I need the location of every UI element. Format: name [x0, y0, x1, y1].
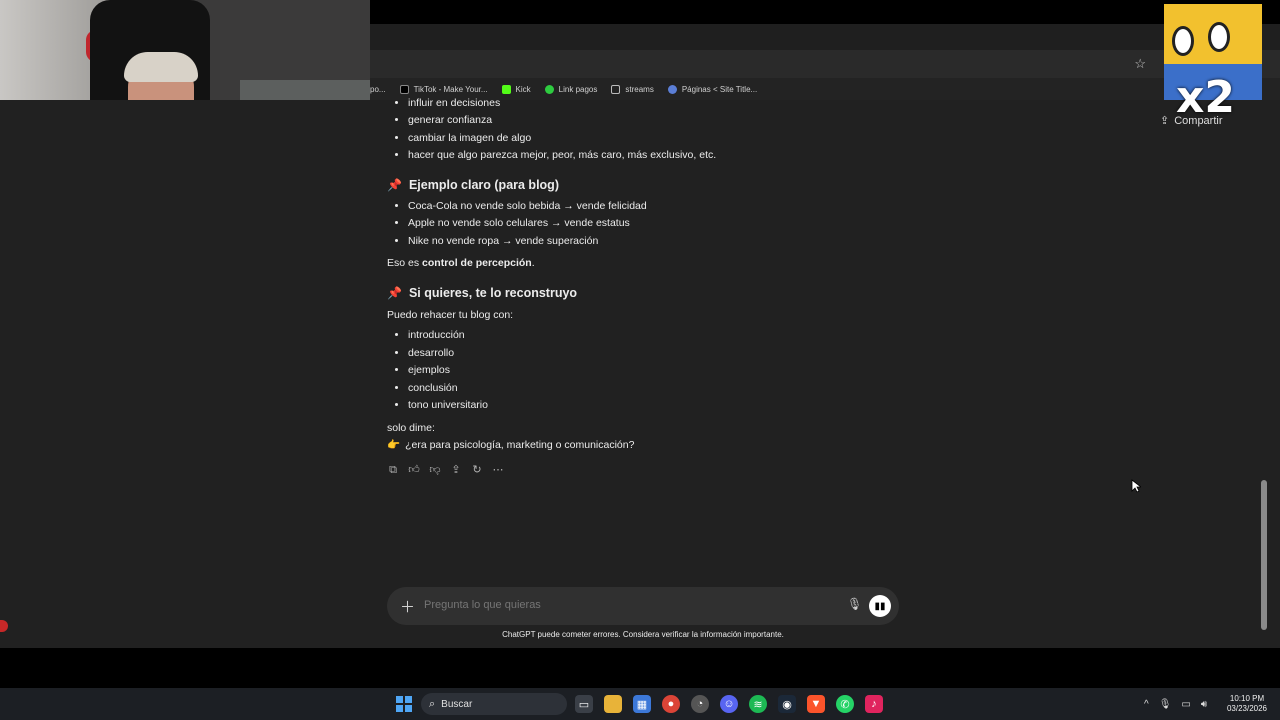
prompt-input[interactable]	[422, 598, 802, 612]
ask-line: solo dime:	[387, 421, 435, 434]
top-black-strip	[370, 0, 1280, 24]
list-item: introducción	[408, 327, 1087, 344]
list-item: influir en decisiones	[408, 95, 1087, 112]
thumbs-up-icon[interactable]: 👍︎	[408, 462, 420, 479]
bookmark-star-icon[interactable]: ☆	[1134, 56, 1146, 72]
discord-icon[interactable]: ☺	[720, 695, 738, 713]
bottom-black-strip	[0, 648, 1280, 688]
taskbar: ⌕ Buscar ▭ ▦ ● ◔ ☺ ≋ ◉ ▼ ✆ ♪ ^ 🎙︎ ▭ 🔊︎ 10…	[0, 688, 1280, 720]
brave-icon[interactable]: ▼	[807, 695, 825, 713]
list-item: tono universitario	[408, 397, 1087, 414]
copy-icon[interactable]: ⧉	[387, 462, 399, 479]
windows-start-icon[interactable]	[396, 696, 412, 712]
microphone-icon[interactable]: 🎙︎	[847, 597, 862, 611]
chevron-up-icon[interactable]: ^	[1144, 699, 1149, 710]
screen: { "browser": { "bookmarks": [ {"label": …	[0, 0, 1280, 720]
clock[interactable]: 10:10 PM 03/23/2026	[1222, 694, 1272, 714]
network-icon[interactable]: ▭	[1181, 699, 1190, 710]
share-icon[interactable]: ⇪	[450, 462, 462, 479]
message-actions: ⧉ 👍︎ 👎︎ ⇪ ↻ ⋯	[387, 462, 1087, 479]
taskbar-search[interactable]: ⌕ Buscar	[421, 693, 567, 715]
microphone-tray-icon[interactable]: 🎙︎	[1159, 699, 1172, 710]
play-icon	[544, 84, 554, 94]
pushpin-icon: 📌	[387, 285, 402, 300]
thumbs-down-icon[interactable]: 👎︎	[429, 462, 441, 479]
task-view-icon[interactable]: ▭	[575, 695, 593, 713]
offer-intro: Puedo rehacer tu blog con:	[387, 309, 514, 322]
share-icon: ⇪	[1160, 115, 1170, 127]
list-item: desarrollo	[408, 345, 1087, 362]
tiktok-icon	[399, 84, 409, 94]
store-icon[interactable]: ▦	[633, 695, 651, 713]
pushpin-icon: 📌	[387, 177, 402, 192]
pointing-hand-icon: 👉	[387, 438, 401, 451]
section-heading-example: 📌 Ejemplo claro (para blog)	[387, 177, 1087, 194]
composer: ＋ 🎙︎ ▮▮	[387, 587, 899, 625]
list-offer: introducción desarrollo ejemplos conclus…	[387, 327, 1087, 414]
more-icon[interactable]: ⋯	[492, 462, 504, 479]
regenerate-icon[interactable]: ↻	[471, 462, 483, 479]
ask-question: 👉 ¿era para psicología, marketing o comun…	[387, 438, 635, 451]
search-icon: ⌕	[429, 697, 436, 710]
volume-icon[interactable]: 🔊︎	[1201, 699, 1207, 710]
assistant-message: influir en decisiones generar confianza …	[387, 97, 1087, 480]
plus-icon[interactable]: ＋	[400, 596, 415, 617]
list-item: Coca-Cola no vende solo bebida → vende f…	[408, 198, 1087, 215]
chat-page: ⇪Compartir influir en decisiones generar…	[0, 97, 1280, 648]
bookmark-link-pagos[interactable]: Link pagos	[544, 84, 597, 94]
spotify-icon[interactable]: ≋	[749, 695, 767, 713]
list-effects: influir en decisiones generar confianza …	[387, 95, 1087, 165]
mouse-cursor-icon	[1131, 479, 1141, 493]
list-item: conclusión	[408, 380, 1087, 397]
tiktok-app-icon[interactable]: ♪	[865, 695, 883, 713]
voice-mode-button[interactable]: ▮▮	[869, 595, 891, 617]
list-item: Apple no vende solo celulares → vende es…	[408, 215, 1087, 232]
browser-tabstrip	[370, 24, 1280, 50]
bookmark-tiktok[interactable]: TikTok - Make Your...	[399, 84, 488, 94]
file-explorer-icon[interactable]	[604, 695, 622, 713]
system-tray: ^ 🎙︎ ▭ 🔊︎	[1144, 688, 1207, 720]
bookmark-paginas[interactable]: Páginas < Site Title...	[667, 84, 757, 94]
conclusion-text: Eso es control de percepción.	[387, 257, 535, 270]
list-item: Nike no vende ropa → vende superación	[408, 233, 1087, 250]
disclaimer-text: ChatGPT puede cometer errores. Considera…	[502, 630, 784, 639]
whatsapp-icon[interactable]: ✆	[836, 695, 854, 713]
list-item: ejemplos	[408, 362, 1087, 379]
steam-icon[interactable]: ◉	[778, 695, 796, 713]
list-item: hacer que algo parezca mejor, peor, más …	[408, 147, 1087, 164]
browser-toolbar: ☆	[370, 50, 1280, 78]
list-item: generar confianza	[408, 112, 1087, 129]
bookmark-kick[interactable]: Kick	[501, 84, 531, 94]
list-item: cambiar la imagen de algo	[408, 130, 1087, 147]
list-examples: Coca-Cola no vende solo bebida → vende f…	[387, 198, 1087, 250]
app-icon[interactable]: ◔	[691, 695, 709, 713]
folder-icon	[611, 84, 621, 94]
section-heading-offer: 📌 Si quieres, te lo reconstruyo	[387, 285, 1087, 302]
chrome-icon[interactable]: ●	[662, 695, 680, 713]
scrollbar[interactable]	[1259, 100, 1269, 648]
scroll-thumb[interactable]	[1261, 480, 1267, 630]
multiplier-text: x2	[1176, 72, 1235, 123]
bookmark-streams[interactable]: streams	[611, 84, 654, 94]
bookmark-page[interactable]: po...	[370, 85, 386, 94]
kick-icon	[501, 84, 511, 94]
wordpress-icon	[667, 84, 677, 94]
